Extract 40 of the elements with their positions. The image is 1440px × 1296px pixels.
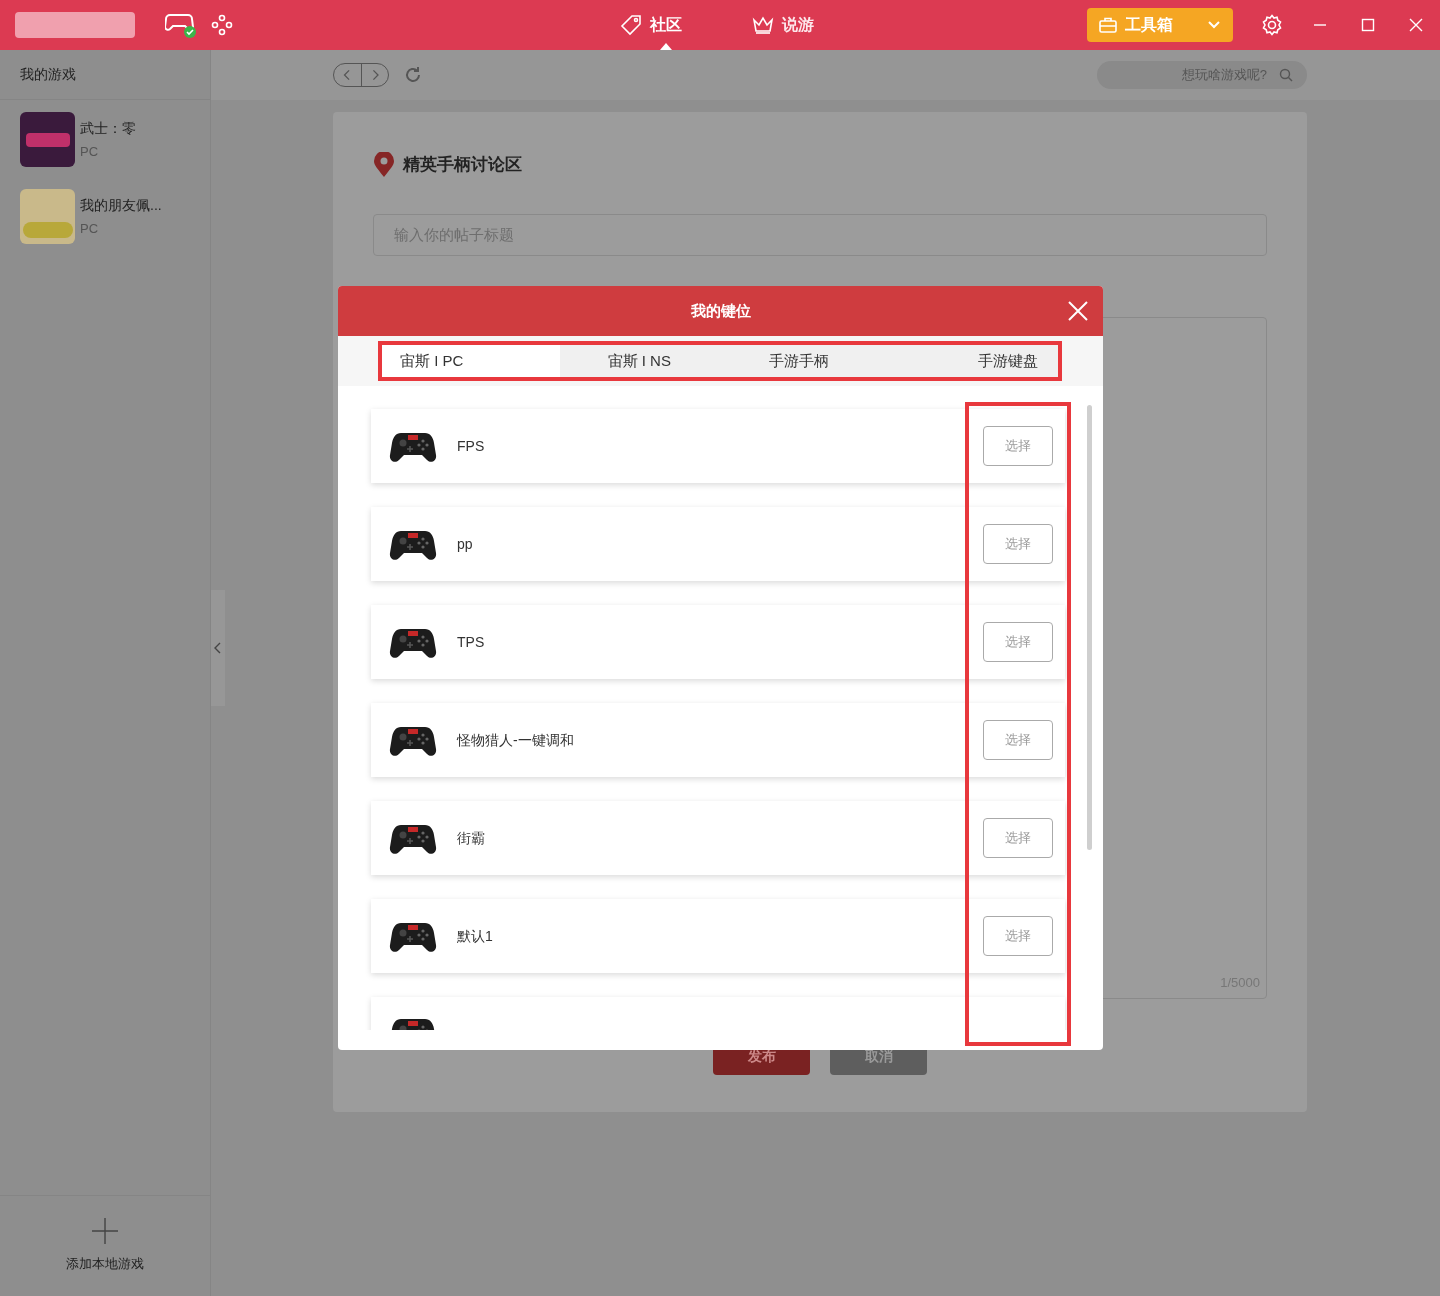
location-pin-icon — [373, 152, 395, 178]
close-icon[interactable] — [1068, 301, 1088, 321]
nav-tab[interactable]: 说游 — [752, 0, 814, 50]
forum-title: 精英手柄讨论区 — [403, 154, 522, 177]
select-button[interactable]: 选择 — [983, 426, 1053, 466]
preset-name: 默认1 — [457, 926, 493, 946]
crown-icon — [752, 15, 774, 35]
settings-icon[interactable] — [1261, 14, 1283, 36]
game-cover — [20, 112, 75, 167]
gamepad-connected-icon[interactable] — [165, 11, 197, 39]
briefcase-icon — [1099, 17, 1117, 33]
preset-name: 怪物猎人-一键调和 — [457, 730, 574, 750]
game-item[interactable]: 我的朋友佩... PC — [20, 189, 190, 244]
preset-name: 街霸 — [457, 828, 485, 848]
select-button[interactable]: 选择 — [983, 818, 1053, 858]
plus-icon[interactable] — [92, 1218, 118, 1245]
refresh-icon[interactable] — [403, 65, 423, 85]
nodes-icon[interactable] — [211, 14, 233, 36]
select-button[interactable]: 选择 — [983, 916, 1053, 956]
add-local-game-label[interactable]: 添加本地游戏 — [66, 1254, 144, 1274]
game-item[interactable]: 武士：零 PC — [20, 112, 190, 167]
collapse-handle[interactable] — [211, 590, 225, 706]
game-cover — [20, 189, 75, 244]
preset-name: pp — [457, 534, 473, 554]
preset-name: FPS — [457, 436, 485, 456]
tag-icon — [620, 14, 642, 36]
maximize-icon[interactable] — [1361, 18, 1375, 32]
chevron-left-icon[interactable] — [214, 642, 222, 654]
preset-name: TPS — [457, 632, 485, 652]
toolbox-button[interactable]: 工具箱 — [1087, 8, 1233, 42]
select-button[interactable]: 选择 — [983, 524, 1053, 564]
select-button[interactable]: 选择 — [983, 720, 1053, 760]
tab[interactable]: 宙斯 I PC — [382, 345, 560, 377]
select-button[interactable]: 选择 — [983, 622, 1053, 662]
close-icon[interactable] — [1409, 18, 1423, 32]
dialog-title: 我的键位 — [690, 300, 751, 321]
sidebar-title: 我的游戏 — [20, 65, 76, 84]
search-icon[interactable] — [1279, 68, 1293, 82]
chevron-down-icon — [1207, 20, 1221, 30]
scrollbar[interactable] — [1087, 405, 1092, 850]
